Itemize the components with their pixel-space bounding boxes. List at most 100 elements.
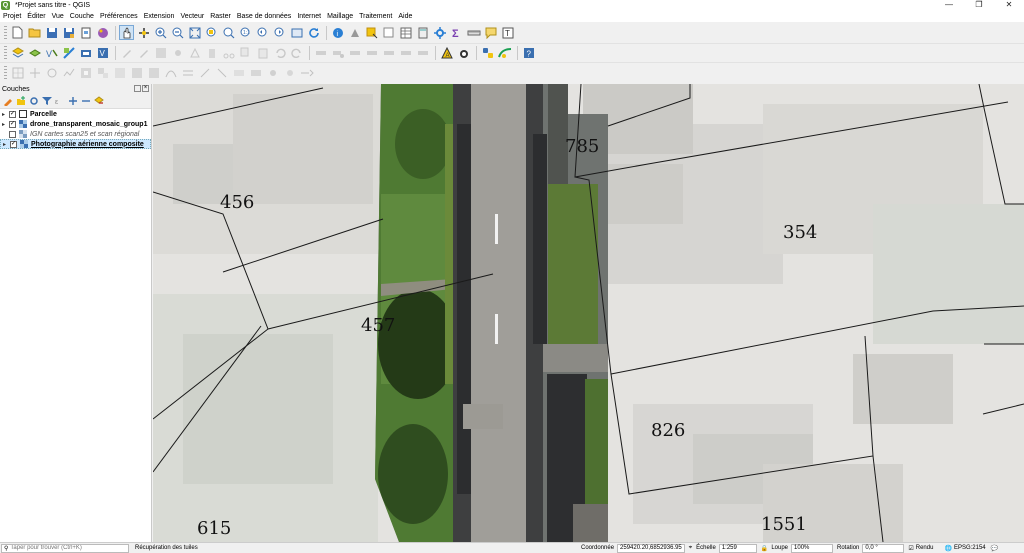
merge-features-icon[interactable] — [231, 66, 246, 81]
save-edits-icon[interactable] — [153, 46, 168, 61]
pan-to-selection-icon[interactable] — [136, 25, 151, 40]
menu-couche[interactable]: Couche — [70, 13, 94, 20]
move-label-icon[interactable] — [364, 46, 379, 61]
copy-features-icon[interactable] — [238, 46, 253, 61]
simplify-feature-icon[interactable] — [61, 66, 76, 81]
zoom-to-layer-icon[interactable] — [221, 25, 236, 40]
refresh-icon[interactable] — [306, 25, 321, 40]
identify-icon[interactable]: i — [330, 25, 345, 40]
menu-base-de-donnees[interactable]: Base de données — [237, 13, 292, 20]
save-as-icon[interactable] — [61, 25, 76, 40]
toolbar-grip[interactable] — [4, 66, 7, 80]
crs-button[interactable]: EPSG:2154 — [954, 545, 986, 551]
print-layout-icon[interactable] — [78, 25, 93, 40]
label-tool-icon[interactable] — [313, 46, 328, 61]
measure-icon[interactable] — [466, 25, 481, 40]
menu-internet[interactable]: Internet — [297, 13, 321, 20]
menu-preferences[interactable]: Préférences — [100, 13, 138, 20]
layer-visibility-checkbox[interactable]: ✓ — [10, 140, 17, 148]
delete-selected-icon[interactable] — [204, 46, 219, 61]
pan-hand-icon[interactable] — [119, 25, 134, 40]
zoom-in-icon[interactable] — [153, 25, 168, 40]
help-icon[interactable]: ? — [521, 46, 536, 61]
pin-labels-icon[interactable] — [330, 46, 345, 61]
zoom-last-icon[interactable] — [255, 25, 270, 40]
expand-all-icon[interactable] — [67, 96, 78, 107]
rotation-spinbox[interactable]: 0,0 ° — [862, 543, 905, 553]
close-panel-button[interactable]: × — [142, 85, 149, 92]
locator-input[interactable] — [10, 545, 121, 551]
rotate-label-icon[interactable] — [381, 46, 396, 61]
magnifier-spinbox[interactable]: 100% — [791, 543, 834, 553]
split-features-icon[interactable] — [197, 66, 212, 81]
redo-icon[interactable] — [289, 46, 304, 61]
edit-pencil-icon[interactable] — [136, 46, 151, 61]
undo-icon[interactable] — [272, 46, 287, 61]
locator-search[interactable]: ⚲ — [1, 543, 129, 553]
open-project-icon[interactable] — [27, 25, 42, 40]
zoom-native-icon[interactable]: 1:1 — [238, 25, 253, 40]
messages-icon[interactable]: 💬 — [991, 545, 998, 552]
georeferencer-icon[interactable]: A — [439, 46, 454, 61]
scale-combobox[interactable]: 1:259 — [718, 543, 757, 553]
layer-item-parcelle[interactable]: ▸ ✓ Parcelle — [0, 109, 151, 119]
render-checkbox[interactable]: ☑ — [908, 545, 913, 552]
add-ring-icon[interactable] — [78, 66, 93, 81]
select-features-icon[interactable] — [364, 25, 379, 40]
plugin-icon[interactable] — [497, 46, 512, 61]
menu-aide[interactable]: Aide — [398, 13, 412, 20]
save-project-icon[interactable] — [44, 25, 59, 40]
filter-expression-icon[interactable]: ε — [54, 96, 65, 107]
layer-item-ign-scan[interactable]: IGN cartes scan25 et scan régional — [0, 129, 151, 139]
filter-legend-icon[interactable] — [41, 96, 52, 107]
toolbar-grip[interactable] — [4, 46, 7, 60]
rotate-feature-icon[interactable] — [44, 66, 59, 81]
zoom-to-selection-icon[interactable] — [204, 25, 219, 40]
collapse-all-icon[interactable] — [80, 96, 91, 107]
vertex-tool-icon[interactable] — [187, 46, 202, 61]
expand-arrow-icon[interactable]: ▸ — [3, 141, 10, 148]
layer-item-drone-mosaic[interactable]: ▸ ✓ drone_transparent_mosaic_group1 — [0, 119, 151, 129]
close-button[interactable]: ✕ — [994, 0, 1024, 10]
add-part-icon[interactable] — [95, 66, 110, 81]
offset-point-symbols-icon[interactable] — [282, 66, 297, 81]
add-raster-layer-icon[interactable] — [61, 46, 76, 61]
expand-arrow-icon[interactable]: ▸ — [2, 121, 9, 128]
menu-editer[interactable]: Éditer — [27, 13, 45, 20]
offset-curve-icon[interactable] — [180, 66, 195, 81]
text-annotation-icon[interactable]: T — [500, 25, 515, 40]
menu-projet[interactable]: Projet — [3, 13, 21, 20]
new-map-view-icon[interactable] — [289, 25, 304, 40]
remove-layer-icon[interactable] — [93, 96, 104, 107]
diagram-label-icon[interactable] — [415, 46, 430, 61]
delete-ring-icon[interactable] — [129, 66, 144, 81]
open-layer-styling-icon[interactable] — [2, 96, 13, 107]
layer-visibility-checkbox[interactable]: ✓ — [9, 120, 16, 128]
digitize-pencil-icon[interactable] — [119, 46, 134, 61]
map-canvas[interactable]: 456 785 354 457 826 615 1551 — [153, 84, 1024, 542]
move-feature-icon[interactable] — [27, 66, 42, 81]
toggle-extents-icon[interactable]: ⌖ — [689, 545, 692, 552]
add-spatialite-layer-icon[interactable]: V — [95, 46, 110, 61]
layer-visibility-checkbox[interactable]: ✓ — [9, 110, 16, 118]
change-label-icon[interactable] — [398, 46, 413, 61]
style-manager-icon[interactable] — [95, 25, 110, 40]
new-project-icon[interactable] — [10, 25, 25, 40]
data-source-manager-icon[interactable] — [10, 46, 25, 61]
layer-item-aerial-photo[interactable]: ▸ ✓ Photographie aérienne composite — [0, 139, 151, 149]
fill-ring-icon[interactable] — [112, 66, 127, 81]
add-feature-icon[interactable] — [170, 46, 185, 61]
expand-arrow-icon[interactable]: ▸ — [2, 111, 9, 118]
split-parts-icon[interactable] — [214, 66, 229, 81]
rotate-point-symbols-icon[interactable] — [265, 66, 280, 81]
manage-map-themes-icon[interactable] — [28, 96, 39, 107]
trim-extend-icon[interactable] — [299, 66, 314, 81]
merge-attributes-icon[interactable] — [248, 66, 263, 81]
coordinate-field[interactable]: 259420.20,6852936.95 — [617, 543, 685, 553]
field-calculator-icon[interactable] — [415, 25, 430, 40]
add-vector-layer-icon[interactable]: V — [44, 46, 59, 61]
new-layer-icon[interactable] — [27, 46, 42, 61]
show-labels-icon[interactable] — [347, 46, 362, 61]
coordinate-capture-icon[interactable] — [456, 46, 471, 61]
lock-scale-icon[interactable]: 🔒 — [761, 545, 768, 552]
